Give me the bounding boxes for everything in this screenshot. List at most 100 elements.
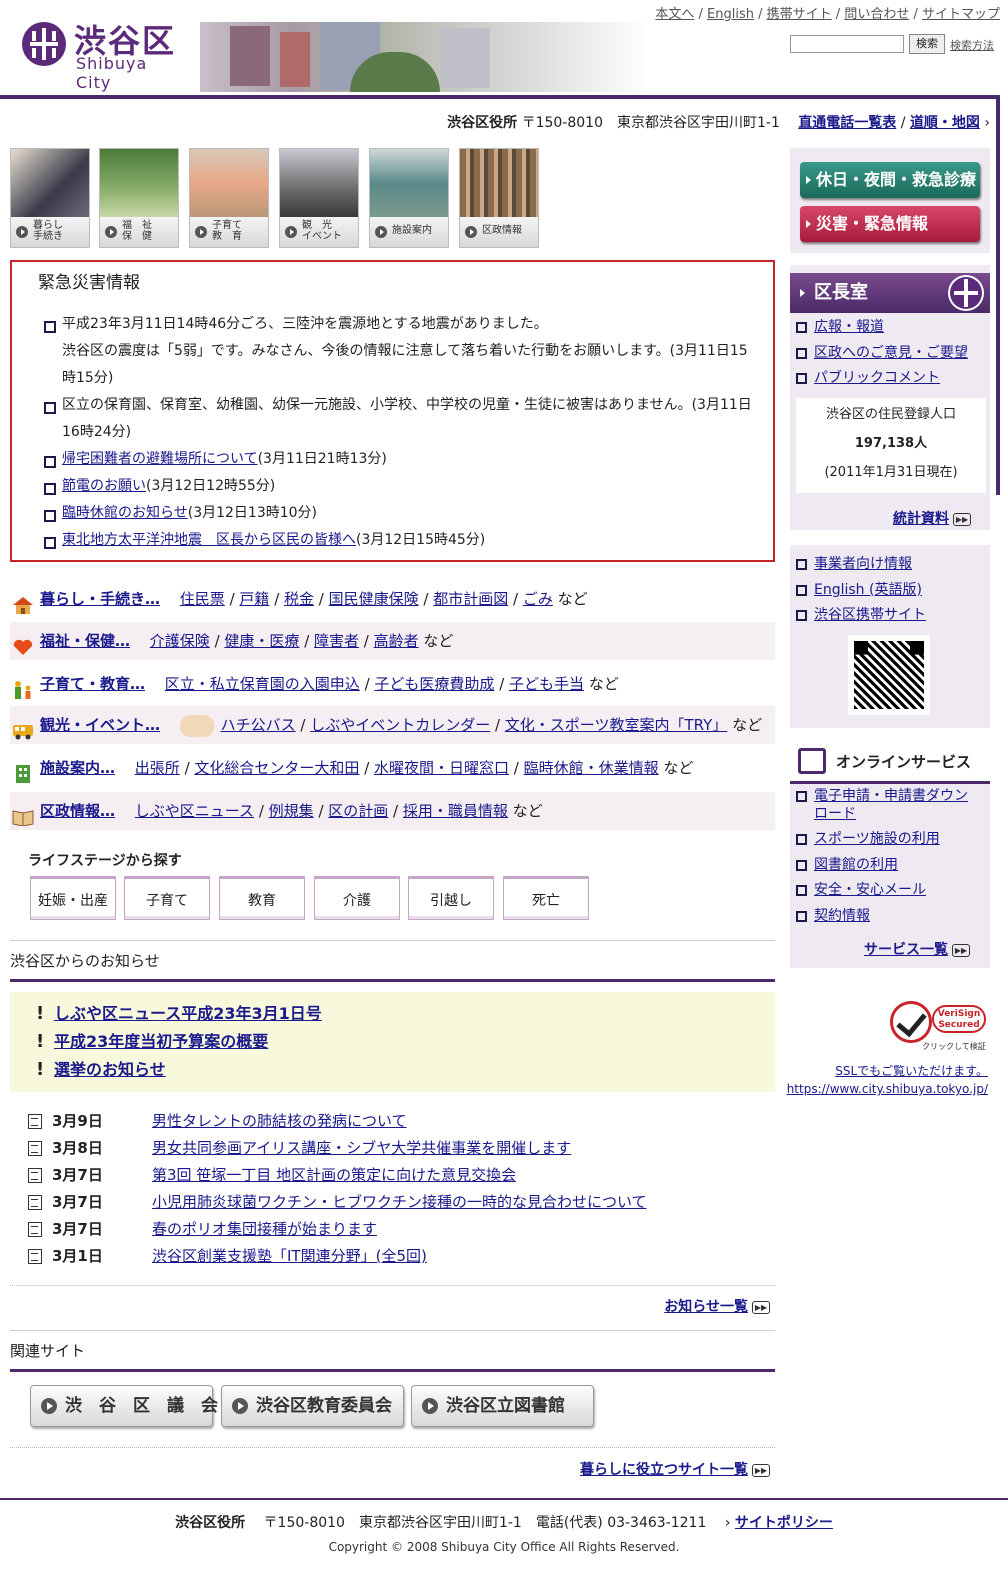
row-link[interactable]: 子ども医療費助成 (374, 675, 494, 693)
lifestage-button-education[interactable]: 教育 (219, 876, 305, 920)
category-tile-living[interactable]: 暮らし 手続き (10, 148, 90, 248)
row-link[interactable]: 障害者 (314, 632, 359, 650)
notice-link[interactable]: 平成23年度当初予算案の概要 (54, 1032, 268, 1051)
emergency-link-evacuation[interactable]: 帰宅困難者の避難場所について (62, 451, 258, 467)
news-link[interactable]: 男女共同参画アイリス講座・シブヤ大学共催事業を開催します (152, 1137, 571, 1159)
row-link[interactable]: 文化総合センター大和田 (194, 759, 359, 777)
row-link[interactable]: 住民票 (180, 590, 225, 608)
online-link-e-application[interactable]: 電子申請・申請書ダウンロード (796, 787, 976, 823)
map-link[interactable]: 道順・地図 (910, 115, 980, 131)
search-button[interactable]: 検索 (909, 34, 945, 54)
emergency-link-closure[interactable]: 臨時休館のお知らせ (62, 505, 188, 521)
notices-more-link[interactable]: お知らせ一覧 ▶▶ (664, 1296, 770, 1316)
row-title[interactable]: 施設案内… (40, 759, 115, 777)
news-link[interactable]: 春のポリオ集団接種が始まります (152, 1218, 377, 1240)
util-link-main[interactable]: 本文へ (655, 7, 694, 22)
site-logo[interactable]: 渋谷区 Shibuya City (22, 18, 182, 92)
util-link-english[interactable]: English (707, 7, 754, 22)
category-tile-government[interactable]: 区政情報 (459, 148, 539, 248)
mayor-link-opinions[interactable]: 区政へのご意見・ご要望 (796, 344, 968, 362)
row-title[interactable]: 子育て・教育… (40, 675, 145, 693)
row-link[interactable]: 高齢者 (374, 632, 419, 650)
row-link[interactable]: 臨時休館・休業情報 (524, 759, 659, 777)
population-title: 渋谷区の住民登録人口 (825, 407, 956, 422)
row-link[interactable]: 文化・スポーツ教室案内「TRY」 (505, 716, 728, 734)
mayor-office-header[interactable]: 区長室 (790, 273, 990, 313)
online-link-safety-mail[interactable]: 安全・安心メール (796, 881, 926, 899)
row-link[interactable]: 水曜夜間・日曜窓口 (374, 759, 509, 777)
row-link[interactable]: 国民健康保険 (329, 590, 419, 608)
row-link[interactable]: しぶやイベントカレンダー (310, 716, 490, 734)
category-tile-tourism[interactable]: 観 光 イベント (279, 148, 359, 248)
row-link[interactable]: 区の計画 (328, 802, 388, 820)
notice-link[interactable]: しぶや区ニュース平成23年3月1日号 (54, 1004, 322, 1023)
news-link[interactable]: 小児用肺炎球菌ワクチン・ヒブワクチン接種の一時的な見合わせについて (152, 1191, 647, 1213)
emergency-link-power[interactable]: 節電のお願い (62, 478, 146, 494)
online-link-sports[interactable]: スポーツ施設の利用 (796, 830, 940, 848)
mayor-link-public-comment[interactable]: パブリックコメント (796, 369, 940, 387)
mobile-site-link[interactable]: 渋谷区携帯サイト (796, 606, 926, 624)
site-header: 渋谷区 Shibuya City 本文へ / English / 携帯サイト /… (0, 0, 1008, 100)
site-policy-link[interactable]: サイトポリシー (735, 1515, 833, 1531)
row-link[interactable]: 区立・私立保育園の入園申込 (165, 675, 360, 693)
phone-list-link[interactable]: 直通電話一覧表 (798, 115, 896, 131)
util-link-contact[interactable]: 問い合わせ (844, 7, 909, 22)
online-link-contracts[interactable]: 契約情報 (796, 907, 870, 925)
lifestage-button-pregnancy[interactable]: 妊娠・出産 (30, 876, 116, 920)
row-link[interactable]: 介護保険 (150, 632, 210, 650)
english-link[interactable]: English (英語版) (796, 581, 922, 599)
search-help-link[interactable]: 検索方法 (950, 37, 994, 53)
business-info-link[interactable]: 事業者向け情報 (796, 555, 912, 573)
row-link[interactable]: 採用・職員情報 (403, 802, 508, 820)
notice-link[interactable]: 選挙のお知らせ (54, 1060, 166, 1079)
util-link-mobile[interactable]: 携帯サイト (767, 7, 832, 22)
category-tile-welfare[interactable]: 福 祉 保 健 (99, 148, 179, 248)
related-button-library[interactable]: 渋谷区立図書館 (411, 1385, 594, 1427)
news-link[interactable]: 第3回 笹塚一丁目 地区計画の策定に向けた意見交換会 (152, 1164, 516, 1186)
search-input[interactable] (790, 35, 904, 53)
category-tile-facilities[interactable]: 施設案内 (369, 148, 449, 248)
document-icon (28, 1141, 42, 1156)
row-link[interactable]: 税金 (284, 590, 314, 608)
related-button-education-board[interactable]: 渋谷区教育委員会 (221, 1385, 404, 1427)
parent-child-icon (12, 675, 34, 699)
news-link[interactable]: 男性タレントの肺結核の発病について (152, 1110, 407, 1132)
row-link[interactable]: 戸籍 (239, 590, 269, 608)
row-title[interactable]: 暮らし・手続き… (40, 590, 160, 608)
stats-link[interactable]: 統計資料 ▶▶ (893, 508, 971, 528)
ssl-link[interactable]: SSLでもご覧いただけます。 (835, 1062, 988, 1079)
lifestage-button-childcare[interactable]: 子育て (124, 876, 210, 920)
qr-code (848, 635, 930, 715)
disaster-info-button[interactable]: 災害・緊急情報 (800, 206, 980, 242)
lifestage-button-death[interactable]: 死亡 (503, 876, 589, 920)
news-link[interactable]: 渋谷区創業支援塾「IT関連分野」(全5回) (152, 1245, 427, 1267)
row-link[interactable]: ハチ公バス (221, 716, 296, 734)
row-link[interactable]: 子ども手当 (509, 675, 584, 693)
emergency-link-mayor-message[interactable]: 東北地方太平洋沖地震 区長から区民の皆様へ (62, 532, 356, 548)
services-more-link[interactable]: サービス一覧 ▶▶ (864, 939, 970, 959)
row-title[interactable]: 福祉・保健… (40, 632, 130, 650)
row-link[interactable]: しぶや区ニュース (135, 802, 254, 820)
population-value: 197,138人 (854, 436, 928, 451)
category-tile-childcare[interactable]: 子育て 教 育 (189, 148, 269, 248)
row-link[interactable]: 出張所 (135, 759, 180, 777)
row-link[interactable]: ごみ (523, 590, 553, 608)
online-services-panel: オンラインサービス 電子申請・申請書ダウンロード スポーツ施設の利用 図書館の利… (790, 740, 990, 968)
ssl-url-link[interactable]: https://www.city.shibuya.tokyo.jp/ (787, 1082, 988, 1096)
row-title[interactable]: 観光・イベント… (40, 716, 160, 734)
row-link[interactable]: 例規集 (269, 802, 314, 820)
row-link[interactable]: 健康・医療 (224, 632, 299, 650)
mayor-link-press[interactable]: 広報・報道 (796, 318, 884, 336)
verisign-badge[interactable]: VeriSign Secured クリックして検証 (890, 995, 990, 1053)
online-link-library[interactable]: 図書館の利用 (796, 856, 898, 874)
row-title[interactable]: 区政情報… (40, 802, 115, 820)
row-link[interactable]: 都市計画図 (433, 590, 508, 608)
lifestage-button-care[interactable]: 介護 (314, 876, 400, 920)
related-more-link[interactable]: 暮らしに役立つサイト一覧 ▶▶ (580, 1459, 770, 1479)
lifestage-button-moving[interactable]: 引越し (408, 876, 494, 920)
office-name: 渋谷区役所 (447, 115, 518, 131)
holiday-clinic-button[interactable]: 休日・夜間・救急診療 (800, 162, 980, 198)
util-link-sitemap[interactable]: サイトマップ (922, 7, 1000, 22)
related-button-assembly[interactable]: 渋 谷 区 議 会 (30, 1385, 218, 1427)
building-icon (12, 759, 34, 783)
